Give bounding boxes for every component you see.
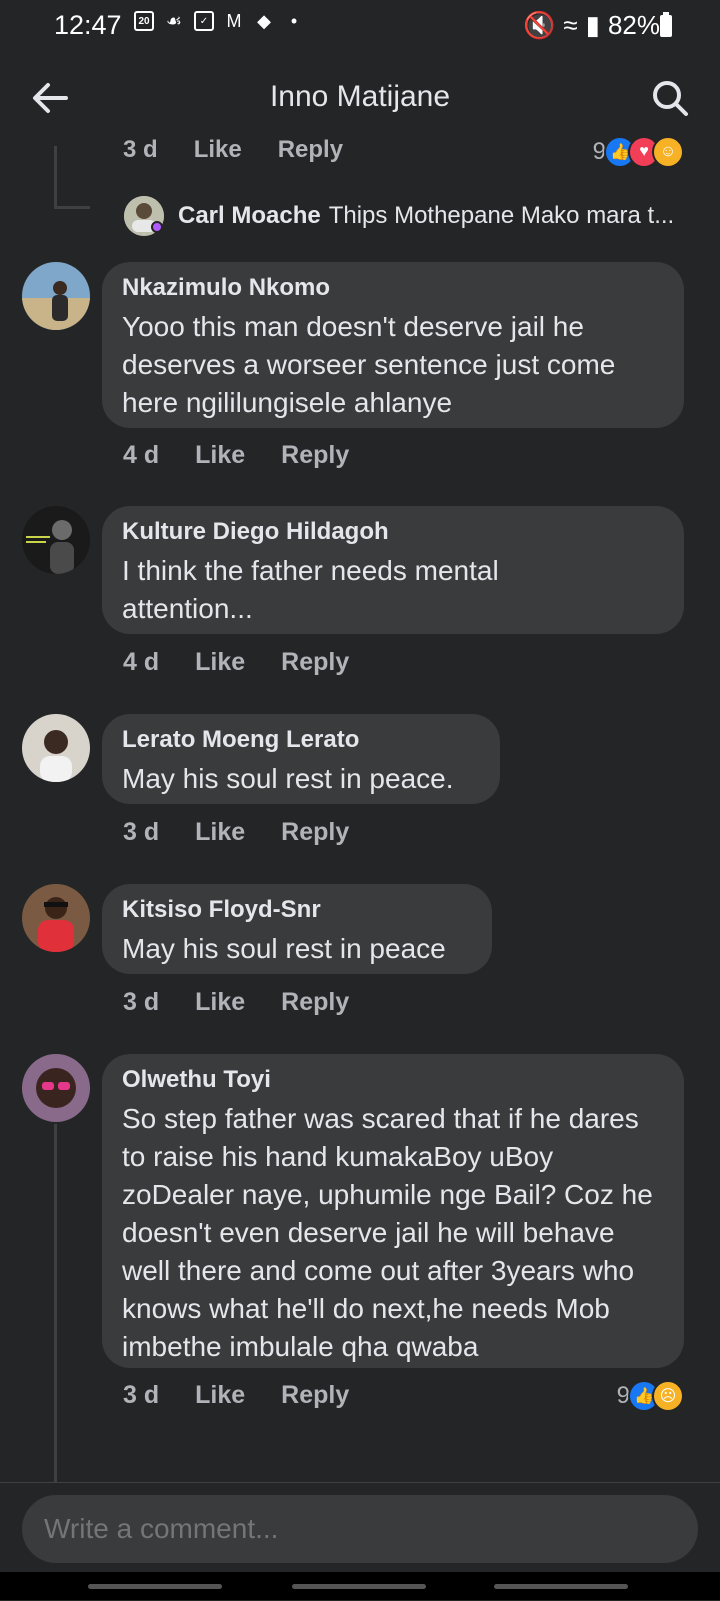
notification-icons: 20 ☙ ✓ M ◆ • (134, 11, 304, 31)
comment-time: 4 d (123, 648, 160, 676)
comment-text: So step father was scared that if he dar… (122, 1103, 653, 1362)
reply-button[interactable]: Reply (278, 136, 343, 164)
comment-author[interactable]: Kulture Diego Hildagoh (122, 518, 664, 546)
comment-bubble[interactable]: Olwethu Toyi So step father was scared t… (102, 1054, 684, 1368)
comment-text: May his soul rest in peace (122, 933, 446, 964)
comment-actions: 4 d Like Reply (123, 648, 385, 677)
reply-button[interactable]: Reply (281, 818, 349, 847)
comment-time: 3 d (123, 818, 160, 846)
snapchat-icon: ☙ (165, 10, 183, 31)
reply-author[interactable]: Carl Moache (178, 202, 321, 230)
dot-icon: • (290, 10, 298, 31)
avatar (124, 196, 164, 236)
status-time: 12:47 (54, 10, 122, 40)
thread-line (54, 146, 57, 208)
avatar[interactable] (22, 1054, 90, 1122)
reply-button[interactable]: Reply (281, 1381, 349, 1410)
comment-time: 3 d (123, 1381, 160, 1409)
comment-author[interactable]: Olwethu Toyi (122, 1066, 664, 1094)
comment-input[interactable] (22, 1495, 698, 1563)
like-button[interactable]: Like (195, 1381, 245, 1410)
recent-apps-button[interactable] (88, 1584, 222, 1589)
comment-author[interactable]: Lerato Moeng Lerato (122, 726, 480, 754)
comment-actions: 3 d Like Reply (123, 818, 385, 847)
like-button[interactable]: Like (195, 988, 245, 1017)
sad-reaction-icon: ☹ (652, 1380, 684, 1412)
previous-comment-actions: 3 d Like Reply (123, 136, 343, 164)
reply-button[interactable]: Reply (281, 441, 349, 470)
checkbox-icon: ✓ (194, 11, 214, 31)
comment-author[interactable]: Nkazimulo Nkomo (122, 274, 664, 302)
comment-actions: 4 d Like Reply (123, 441, 385, 470)
battery-percent: 82% (607, 10, 660, 40)
avatar[interactable] (22, 262, 90, 330)
like-button[interactable]: Like (195, 441, 245, 470)
wifi-icon: ≈ (563, 10, 578, 40)
header-bar: Inno Matijane (0, 52, 720, 146)
thread-connector (54, 206, 90, 209)
comment-text: I think the father needs mental attentio… (122, 555, 499, 624)
system-icons: 🔇 ≈ ▮ 82% (523, 10, 660, 41)
comment-actions: 3 d Like Reply (123, 988, 385, 1017)
like-button[interactable]: Like (195, 818, 245, 847)
comment-actions: 3 d Like Reply (123, 1381, 385, 1410)
avatar[interactable] (22, 714, 90, 782)
back-button[interactable] (494, 1584, 628, 1589)
battery-icon (660, 12, 672, 37)
reply-preview[interactable]: Carl Moache Thips Mothepane Mako mara t.… (124, 196, 702, 236)
comment-bubble[interactable]: Kitsiso Floyd-Snr May his soul rest in p… (102, 884, 492, 974)
avatar[interactable] (22, 884, 90, 952)
reply-button[interactable]: Reply (281, 648, 349, 677)
comment-bubble[interactable]: Nkazimulo Nkomo Yooo this man doesn't de… (102, 262, 684, 428)
system-navigation-bar (0, 1572, 720, 1600)
reply-text: Thips Mothepane Mako mara t... (328, 202, 675, 229)
comment-author[interactable]: Kitsiso Floyd-Snr (122, 896, 472, 924)
mute-icon: 🔇 (522, 10, 556, 40)
reaction-summary[interactable]: 9 👍 ♥ ☺ (593, 136, 684, 168)
comment-time: 4 d (123, 441, 160, 469)
care-reaction-icon: ☺ (652, 136, 684, 168)
comment-text: Yooo this man doesn't deserve jail he de… (122, 311, 616, 418)
reply-button[interactable]: Reply (281, 988, 349, 1017)
page-title: Inno Matijane (269, 80, 451, 113)
comment-bubble[interactable]: Kulture Diego Hildagoh I think the fathe… (102, 506, 684, 634)
thread-line (54, 1124, 57, 1482)
comment-time: 3 d (123, 988, 160, 1016)
comment-time: 3 d (123, 136, 158, 163)
search-icon[interactable] (648, 76, 692, 120)
calendar-icon: 20 (134, 11, 154, 31)
signal-icon: ▮ (585, 10, 600, 40)
comment-text: May his soul rest in peace. (122, 763, 454, 794)
diamond-icon: ◆ (257, 10, 271, 31)
gmail-icon: M (226, 10, 242, 31)
like-button[interactable]: Like (195, 648, 245, 677)
comment-bubble[interactable]: Lerato Moeng Lerato May his soul rest in… (102, 714, 500, 804)
like-button[interactable]: Like (194, 136, 242, 164)
status-bar: 12:47 20 ☙ ✓ M ◆ • 🔇 ≈ ▮ 82% (0, 0, 720, 52)
reaction-summary[interactable]: 9 👍 ☹ (617, 1380, 684, 1412)
avatar[interactable] (22, 506, 90, 574)
home-button[interactable] (292, 1584, 426, 1589)
